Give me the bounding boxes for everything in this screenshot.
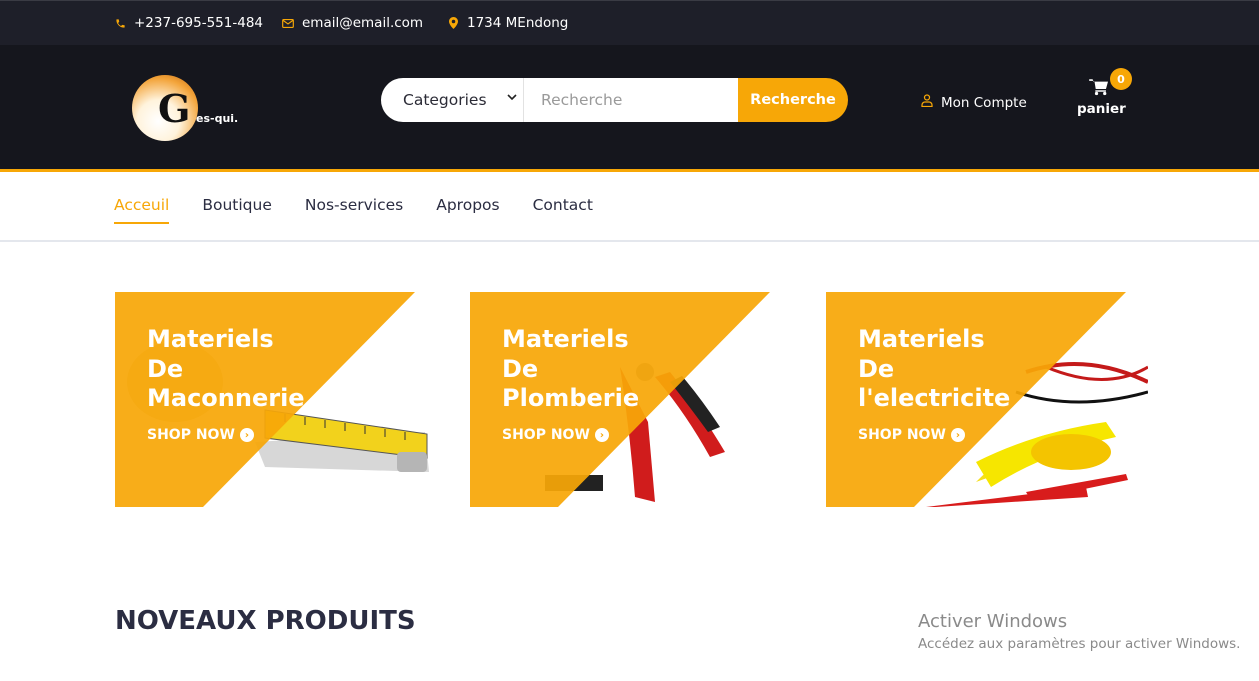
- shop-now-label: SHOP NOW: [147, 427, 235, 443]
- windows-activation-watermark: Activer Windows Accédez aux paramètres p…: [918, 611, 1240, 652]
- category-select[interactable]: Categories: [381, 78, 524, 122]
- shop-now-link[interactable]: SHOP NOW ›: [147, 427, 254, 443]
- search-input[interactable]: [524, 78, 738, 122]
- arrow-circle-right-icon: ›: [239, 428, 254, 442]
- banner-maconnerie[interactable]: Materiels De Maconnerie SHOP NOW ›: [115, 292, 437, 507]
- banner-title: Materiels De l'electricite: [858, 325, 1011, 412]
- shop-now-label: SHOP NOW: [502, 427, 590, 443]
- main-navigation: Acceuil Boutique Nos-services Apropos Co…: [0, 172, 1259, 242]
- shop-now-label: SHOP NOW: [858, 427, 946, 443]
- nav-item-contact[interactable]: Contact: [533, 196, 593, 220]
- map-marker-icon: [447, 16, 459, 30]
- shop-now-link[interactable]: SHOP NOW ›: [858, 427, 965, 443]
- cart-label: panier: [1077, 101, 1126, 117]
- cart-button[interactable]: 0 panier: [1072, 68, 1132, 125]
- shopping-cart-icon: [1089, 78, 1109, 100]
- email-text: email@email.com: [302, 15, 424, 31]
- chevron-down-icon: [507, 92, 517, 105]
- nav-item-acceuil[interactable]: Acceuil: [114, 196, 170, 224]
- account-link[interactable]: Mon Compte: [921, 94, 1027, 111]
- location-text: 1734 MEndong: [467, 15, 569, 31]
- location-contact[interactable]: 1734 MEndong: [447, 15, 568, 31]
- user-icon: [921, 94, 933, 111]
- banner-title: Materiels De Maconnerie: [147, 325, 305, 412]
- phone-text: +237-695-551-484: [134, 15, 263, 31]
- nav-item-apropos[interactable]: Apropos: [436, 196, 499, 220]
- phone-icon: [114, 16, 126, 30]
- banner-electricite[interactable]: Materiels De l'electricite SHOP NOW ›: [826, 292, 1148, 507]
- watermark-line-2: Accédez aux paramètres pour activer Wind…: [918, 636, 1241, 652]
- logo-text: es-qui.: [196, 112, 239, 125]
- banner-plomberie[interactable]: Materiels De Plomberie SHOP NOW ›: [470, 292, 792, 507]
- section-title: NOVEAUX PRODUITS: [115, 606, 416, 636]
- site-logo[interactable]: G es-qui.: [128, 72, 248, 146]
- watermark-line-1: Activer Windows: [918, 611, 1068, 632]
- phone-contact[interactable]: +237-695-551-484: [114, 15, 263, 31]
- shop-now-link[interactable]: SHOP NOW ›: [502, 427, 609, 443]
- cart-count-badge: 0: [1110, 68, 1132, 90]
- envelope-icon: [282, 16, 294, 30]
- email-contact[interactable]: email@email.com: [282, 15, 423, 31]
- search-bar: Categories Recherche: [381, 78, 848, 122]
- nav-item-boutique[interactable]: Boutique: [202, 196, 272, 220]
- logo-letter: G: [158, 86, 191, 131]
- account-label: Mon Compte: [941, 94, 1027, 111]
- category-select-label: Categories: [403, 91, 487, 109]
- arrow-circle-right-icon: ›: [950, 428, 965, 442]
- search-button[interactable]: Recherche: [738, 78, 848, 122]
- arrow-circle-right-icon: ›: [594, 428, 609, 442]
- banner-title: Materiels De Plomberie: [502, 325, 640, 412]
- top-bar: +237-695-551-484 email@email.com 1734 ME…: [0, 0, 1259, 45]
- nav-item-nos-services[interactable]: Nos-services: [305, 196, 403, 220]
